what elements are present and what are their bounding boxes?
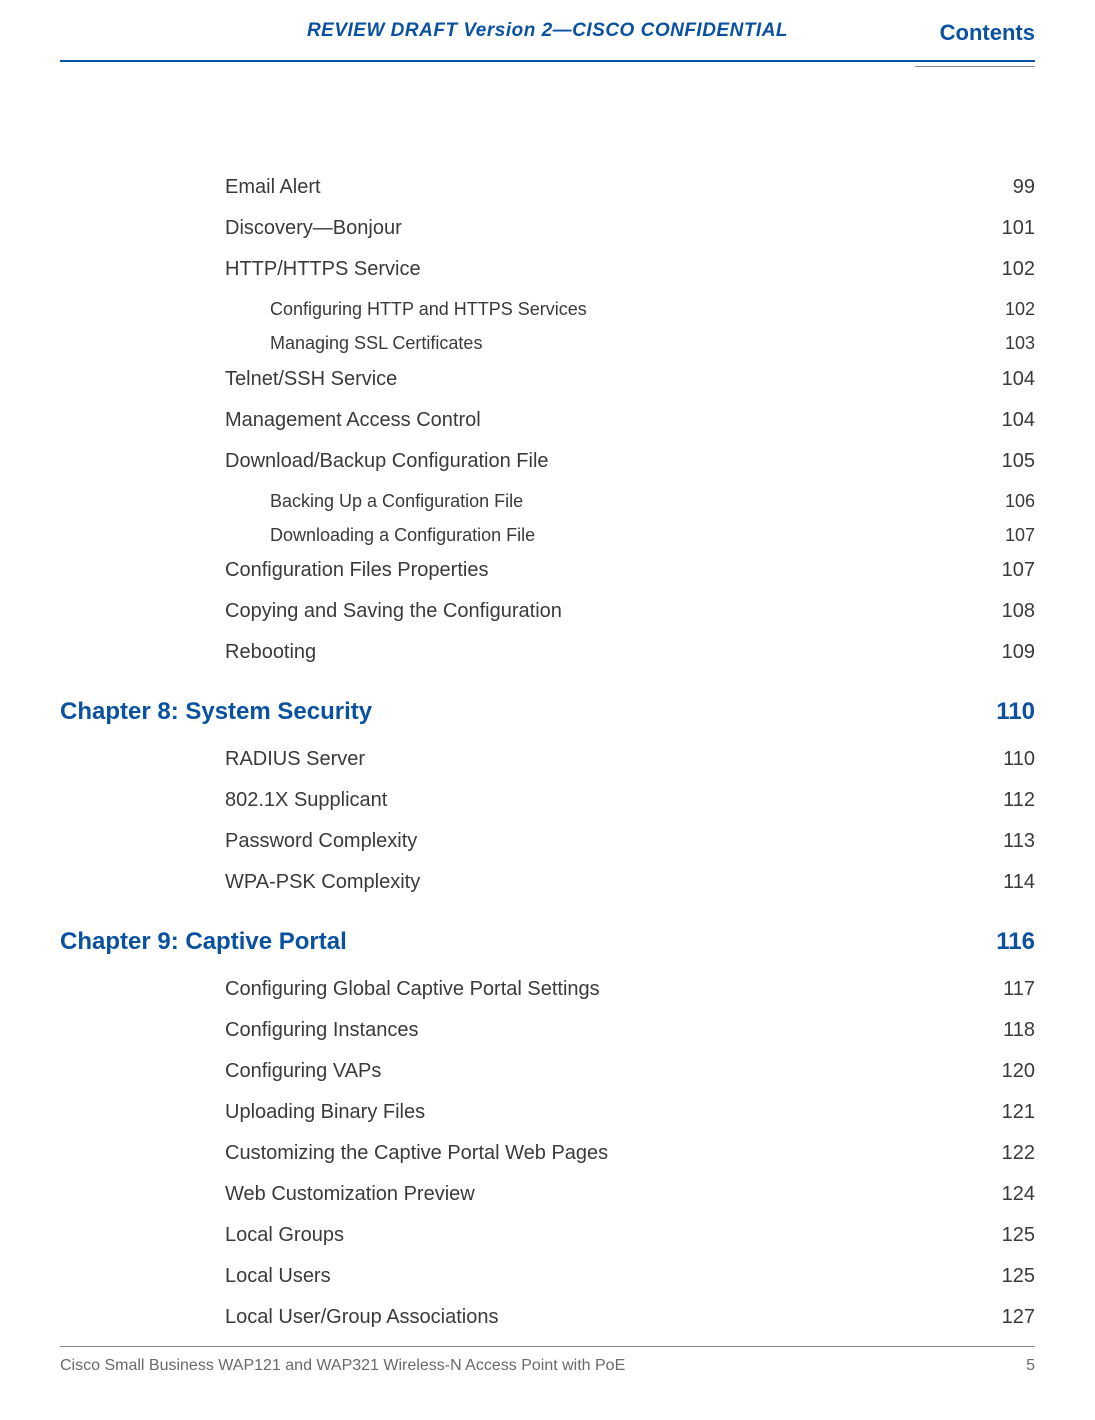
toc-page: 104 [1002, 366, 1035, 393]
footer-rule [60, 1346, 1035, 1347]
toc-entry: Download/Backup Configuration File 105 [60, 448, 1035, 475]
toc-page: 106 [1005, 489, 1035, 513]
toc-title: Telnet/SSH Service [225, 366, 982, 393]
toc-page: 107 [1005, 523, 1035, 547]
toc-title: Local User/Group Associations [225, 1304, 982, 1331]
draft-banner: REVIEW DRAFT Version 2—CISCO CONFIDENTIA… [0, 20, 1095, 42]
toc-page: 125 [1002, 1222, 1035, 1249]
header-subrule [915, 66, 1035, 67]
toc-entry: RADIUS Server 110 [60, 746, 1035, 773]
toc-page: 120 [1002, 1058, 1035, 1085]
toc-chapter: Chapter 9: Captive Portal 116 [60, 928, 1035, 956]
toc-page: 114 [1003, 869, 1035, 896]
toc-page: 108 [1002, 598, 1035, 625]
toc-entry: Customizing the Captive Portal Web Pages… [60, 1140, 1035, 1167]
toc-title: Copying and Saving the Configuration [225, 598, 982, 625]
toc-title: Backing Up a Configuration File [270, 489, 985, 513]
toc-entry: Configuring Global Captive Portal Settin… [60, 976, 1035, 1003]
toc-title: Management Access Control [225, 407, 982, 434]
toc-entry: Discovery—Bonjour 101 [60, 215, 1035, 242]
toc-entry: HTTP/HTTPS Service 102 [60, 256, 1035, 283]
toc-entry: 802.1X Supplicant 112 [60, 787, 1035, 814]
toc-page: 118 [1003, 1017, 1035, 1044]
toc-entry: Local Groups 125 [60, 1222, 1035, 1249]
toc-page: 124 [1002, 1181, 1035, 1208]
toc-page: 99 [1013, 174, 1035, 201]
toc-title: Configuration Files Properties [225, 557, 982, 584]
toc-entry: Email Alert 99 [60, 174, 1035, 201]
toc-entry: Copying and Saving the Configuration 108 [60, 598, 1035, 625]
toc-entry: Web Customization Preview 124 [60, 1181, 1035, 1208]
toc-entry: Downloading a Configuration File 107 [60, 523, 1035, 547]
toc-page: 103 [1005, 331, 1035, 355]
toc-entry: WPA-PSK Complexity 114 [60, 869, 1035, 896]
toc-title: Configuring Global Captive Portal Settin… [225, 976, 983, 1003]
toc-page: 110 [1003, 746, 1035, 773]
toc-title: WPA-PSK Complexity [225, 869, 983, 896]
toc-entry: Managing SSL Certificates 103 [60, 331, 1035, 355]
toc-title: Configuring Instances [225, 1017, 983, 1044]
header-rule [60, 60, 1035, 62]
toc-page: 125 [1002, 1263, 1035, 1290]
toc-page: 112 [1003, 787, 1035, 814]
footer-page-number: 5 [1026, 1357, 1035, 1375]
toc-entry: Management Access Control 104 [60, 407, 1035, 434]
toc-entry: Uploading Binary Files 121 [60, 1099, 1035, 1126]
toc-page: 101 [1002, 215, 1035, 242]
toc-title: Discovery—Bonjour [225, 215, 982, 242]
toc-title: Web Customization Preview [225, 1181, 982, 1208]
toc-list: Email Alert 99 Discovery—Bonjour 101 HTTP/HT… [0, 74, 1095, 1331]
toc-page: 107 [1002, 557, 1035, 584]
toc-entry: Configuring HTTP and HTTPS Services 102 [60, 297, 1035, 321]
page-header: REVIEW DRAFT Version 2—CISCO CONFIDENTIA… [0, 0, 1095, 74]
toc-page: 121 [1002, 1099, 1035, 1126]
toc-entry: Backing Up a Configuration File 106 [60, 489, 1035, 513]
toc-page: 127 [1002, 1304, 1035, 1331]
toc-page: 117 [1003, 976, 1035, 1003]
toc-page: 122 [1002, 1140, 1035, 1167]
toc-title: Download/Backup Configuration File [225, 448, 982, 475]
toc-title: Rebooting [225, 639, 982, 666]
toc-entry: Configuring VAPs 120 [60, 1058, 1035, 1085]
toc-entry: Configuring Instances 118 [60, 1017, 1035, 1044]
toc-page: 113 [1003, 828, 1035, 855]
toc-title: Customizing the Captive Portal Web Pages [225, 1140, 982, 1167]
toc-title: HTTP/HTTPS Service [225, 256, 982, 283]
toc-title: Downloading a Configuration File [270, 523, 985, 547]
toc-entry: Configuration Files Properties 107 [60, 557, 1035, 584]
toc-page: 104 [1002, 407, 1035, 434]
toc-page: 102 [1002, 256, 1035, 283]
toc-title: Local Groups [225, 1222, 982, 1249]
toc-page: 110 [996, 698, 1035, 726]
toc-title: RADIUS Server [225, 746, 983, 773]
toc-title: Chapter 8: System Security [60, 698, 976, 726]
toc-page: 102 [1005, 297, 1035, 321]
page-footer: Cisco Small Business WAP121 and WAP321 W… [60, 1346, 1035, 1375]
toc-entry: Password Complexity 113 [60, 828, 1035, 855]
toc-title: Email Alert [225, 174, 993, 201]
toc-chapter: Chapter 8: System Security 110 [60, 698, 1035, 726]
toc-entry: Local Users 125 [60, 1263, 1035, 1290]
toc-entry: Local User/Group Associations 127 [60, 1304, 1035, 1331]
toc-title: Uploading Binary Files [225, 1099, 982, 1126]
toc-page: 116 [996, 928, 1035, 956]
toc-page: 109 [1002, 639, 1035, 666]
toc-title: Managing SSL Certificates [270, 331, 985, 355]
toc-title: Local Users [225, 1263, 982, 1290]
contents-heading: Contents [940, 20, 1035, 46]
toc-title: Configuring VAPs [225, 1058, 982, 1085]
toc-title: Configuring HTTP and HTTPS Services [270, 297, 985, 321]
toc-title: Chapter 9: Captive Portal [60, 928, 976, 956]
footer-title: Cisco Small Business WAP121 and WAP321 W… [60, 1357, 625, 1375]
toc-title: Password Complexity [225, 828, 983, 855]
toc-title: 802.1X Supplicant [225, 787, 983, 814]
toc-entry: Telnet/SSH Service 104 [60, 366, 1035, 393]
toc-page: 105 [1002, 448, 1035, 475]
toc-entry: Rebooting 109 [60, 639, 1035, 666]
